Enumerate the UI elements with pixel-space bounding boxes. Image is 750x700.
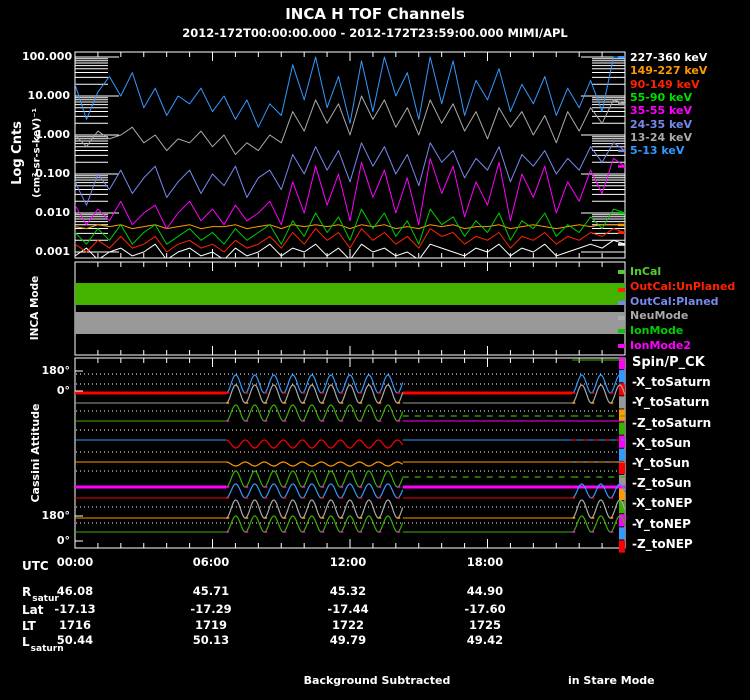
legend-attitude-8: -Y_toNEP (632, 516, 691, 531)
ephemeris-lt-col1: 1719 (194, 618, 228, 632)
y-tick-label-0: 100.000 (22, 50, 73, 63)
ephemeris-utc-col2: 12:00 (329, 555, 367, 569)
footer-stare-mode: in Stare Mode (568, 674, 655, 687)
attitude-y-tick-label-1: 0° (56, 384, 70, 397)
y-tick-label-4: 0.010 (35, 206, 70, 219)
ephemeris-utc-col0: 00:00 (56, 555, 94, 569)
legend-spectra-6: 13-24 keV (630, 131, 693, 145)
legend-attitude-1: -X_toSaturn (632, 375, 711, 390)
y-tick-label-3: 0.100 (35, 167, 70, 180)
r-row-label-text: R (22, 585, 32, 599)
legend-attitude-3: -Z_toSaturn (632, 415, 712, 430)
legend-spectra-3: 55-90 keV (630, 91, 693, 105)
l-row-label-text: L (22, 635, 30, 649)
y-tick-label-2: 1.000 (35, 128, 70, 141)
page-title: INCA H TOF Channels (285, 5, 465, 23)
legend-mode-5: IonMode2 (630, 339, 691, 352)
text-overlay: INCA H TOF Channels 2012-172T00:00:00.00… (0, 0, 750, 700)
page-subtitle: 2012-172T00:00:00.000 - 2012-172T23:59:0… (182, 26, 568, 40)
y-tick-label-1: 10.000 (27, 89, 70, 102)
ephemeris-lt-col2: 1722 (331, 618, 365, 632)
legend-spectra-2: 90-149 keV (630, 77, 700, 91)
ephemeris-lt-col3: 1725 (468, 618, 502, 632)
legend-attitude-6: -Z_toSun (632, 476, 692, 491)
ephemeris-r-col3: 44.90 (466, 584, 504, 598)
attitude-y-tick-label-3: 0° (56, 534, 70, 547)
ephemeris-lat-col2: -17.44 (327, 602, 369, 616)
ephemeris-l-col0: 50.44 (56, 633, 94, 647)
ephemeris-utc-col3: 18:00 (466, 555, 504, 569)
legend-mode-0: InCal (630, 265, 662, 278)
attitude-y-tick-label-0: 180° (41, 364, 70, 377)
legend-mode-4: IonMode (630, 324, 684, 338)
legend-attitude-7: -X_toNEP (632, 496, 693, 511)
ephemeris-lat-col3: -17.60 (464, 602, 506, 616)
legend-attitude-0: Spin/P_CK (632, 355, 705, 370)
ephemeris-l-col1: 50.13 (192, 633, 230, 647)
ephemeris-lat-col1: -17.29 (190, 602, 232, 616)
attitude-panel-label: Cassini Attitude (28, 403, 42, 503)
lat-row-label: Lat (22, 603, 44, 617)
y-tick-label-5: 0.001 (35, 245, 70, 258)
inca-tof-plot-screen: INCA H TOF Channels 2012-172T00:00:00.00… (0, 0, 750, 700)
ephemeris-r-col1: 45.71 (192, 584, 230, 598)
legend-spectra-4: 35-55 keV (630, 104, 693, 118)
legend-mode-3: NeuMode (630, 309, 689, 323)
legend-spectra-1: 149-227 keV (630, 64, 708, 78)
ephemeris-l-col2: 49.79 (329, 633, 367, 647)
ephemeris-r-col2: 45.32 (329, 584, 367, 598)
legend-attitude-2: -Y_toSaturn (632, 395, 710, 410)
utc-row-label: UTC (22, 559, 49, 573)
legend-spectra-5: 24-35 keV (630, 117, 693, 131)
legend-attitude-5: -Y_toSun (632, 456, 690, 470)
ephemeris-lt-col0: 1716 (58, 618, 92, 632)
ephemeris-lat-col0: -17.13 (54, 602, 96, 616)
legend-spectra-0: 227-360 keV (630, 51, 708, 64)
lt-row-label: LT (22, 619, 36, 633)
legend-attitude-4: -X_toSun (632, 435, 691, 450)
legend-mode-2: OutCal:Planed (630, 294, 719, 308)
ephemeris-r-col0: 46.08 (56, 584, 94, 598)
legend-spectra-7: 5-13 keV (630, 144, 685, 158)
y-axis-units: (cm²-sr-s-keV)⁻¹ (31, 108, 43, 198)
footer-background-subtracted: Background Subtracted (303, 674, 451, 687)
ephemeris-utc-col1: 06:00 (192, 555, 230, 569)
legend-attitude-9: -Z_toNEP (632, 536, 693, 551)
mode-panel-label: INCA Mode (29, 275, 42, 341)
ephemeris-l-col3: 49.42 (466, 633, 504, 647)
legend-mode-1: OutCal:UnPlaned (630, 279, 736, 293)
r-row-label: Rsatur (22, 585, 59, 604)
attitude-y-tick-label-2: 180° (41, 509, 70, 522)
